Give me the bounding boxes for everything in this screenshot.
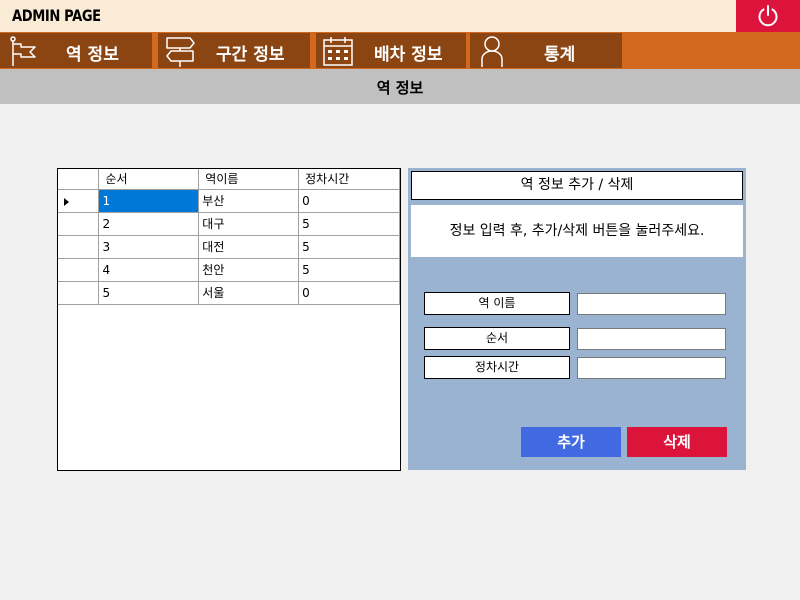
table-row[interactable]: 2 대구 5	[58, 212, 400, 236]
cell-stop-time[interactable]: 0	[298, 281, 400, 305]
delete-button[interactable]: 삭제	[627, 427, 727, 457]
app-title: ADMIN PAGE	[12, 6, 101, 25]
cell-station-name[interactable]: 서울	[198, 281, 300, 305]
cell-station-name[interactable]: 대전	[198, 235, 300, 259]
order-label: 순서	[424, 327, 570, 350]
title-bar: ADMIN PAGE	[0, 0, 800, 32]
table-row[interactable]: 5 서울 0	[58, 281, 400, 305]
stop-time-label: 정차시간	[424, 356, 570, 379]
cell-order[interactable]: 5	[98, 281, 200, 305]
station-name-input[interactable]	[577, 293, 726, 315]
table-row[interactable]: 1 부산 0	[58, 189, 400, 213]
column-header-station-name[interactable]: 역이름	[198, 169, 300, 190]
cell-stop-time[interactable]: 0	[298, 189, 400, 213]
cell-order[interactable]: 2	[98, 212, 200, 236]
column-header-stop-time[interactable]: 정차시간	[298, 169, 400, 190]
current-row-arrow-icon	[64, 197, 69, 206]
instruction-message: 정보 입력 후, 추가/삭제 버튼을 눌러주세요.	[411, 205, 743, 257]
calendar-icon	[323, 37, 353, 66]
nav-item-statistics[interactable]: 통계	[470, 33, 622, 68]
cell-station-name[interactable]: 부산	[198, 189, 300, 213]
nav-label: 역 정보	[66, 45, 119, 65]
order-input[interactable]	[577, 328, 726, 350]
signpost-icon	[166, 37, 195, 67]
cell-station-name[interactable]: 천안	[198, 258, 300, 282]
cell-stop-time[interactable]: 5	[298, 235, 400, 259]
flag-icon	[10, 36, 36, 66]
power-icon	[758, 5, 778, 27]
row-header[interactable]	[58, 189, 100, 213]
cell-order[interactable]: 1	[98, 189, 200, 213]
row-header[interactable]	[58, 235, 100, 259]
cell-stop-time[interactable]: 5	[298, 258, 400, 282]
row-header[interactable]	[58, 212, 100, 236]
nav-label: 통계	[544, 45, 576, 65]
person-icon	[481, 36, 503, 67]
station-edit-panel: 역 정보 추가 / 삭제 정보 입력 후, 추가/삭제 버튼을 눌러주세요. 역…	[408, 168, 746, 470]
cell-stop-time[interactable]: 5	[298, 212, 400, 236]
cell-station-name[interactable]: 대구	[198, 212, 300, 236]
nav-label: 구간 정보	[216, 45, 285, 65]
stop-time-input[interactable]	[577, 357, 726, 379]
station-grid[interactable]: 순서 역이름 정차시간 1 부산 0 2 대구 5 3 대전 5 4 천안 5 …	[57, 168, 401, 471]
table-row[interactable]: 4 천안 5	[58, 258, 400, 282]
nav-item-dispatch-info[interactable]: 배차 정보	[316, 33, 466, 68]
panel-title: 역 정보 추가 / 삭제	[411, 171, 743, 200]
section-header: 역 정보	[0, 69, 800, 104]
cell-order[interactable]: 4	[98, 258, 200, 282]
cell-order[interactable]: 3	[98, 235, 200, 259]
grid-header-row: 순서 역이름 정차시간	[58, 169, 400, 190]
row-header[interactable]	[58, 281, 100, 305]
nav-item-section-info[interactable]: 구간 정보	[158, 33, 310, 68]
nav-label: 배차 정보	[374, 45, 443, 65]
nav-item-station-info[interactable]: 역 정보	[0, 33, 152, 68]
row-header[interactable]	[58, 258, 100, 282]
grid-corner-cell[interactable]	[58, 169, 100, 190]
section-title: 역 정보	[376, 79, 424, 97]
station-name-label: 역 이름	[424, 292, 570, 315]
power-button[interactable]	[736, 0, 800, 32]
add-button[interactable]: 추가	[521, 427, 621, 457]
nav-bar: 역 정보 구간 정보 배차 정보 통계	[0, 32, 800, 69]
column-header-order[interactable]: 순서	[98, 169, 200, 190]
table-row[interactable]: 3 대전 5	[58, 235, 400, 259]
